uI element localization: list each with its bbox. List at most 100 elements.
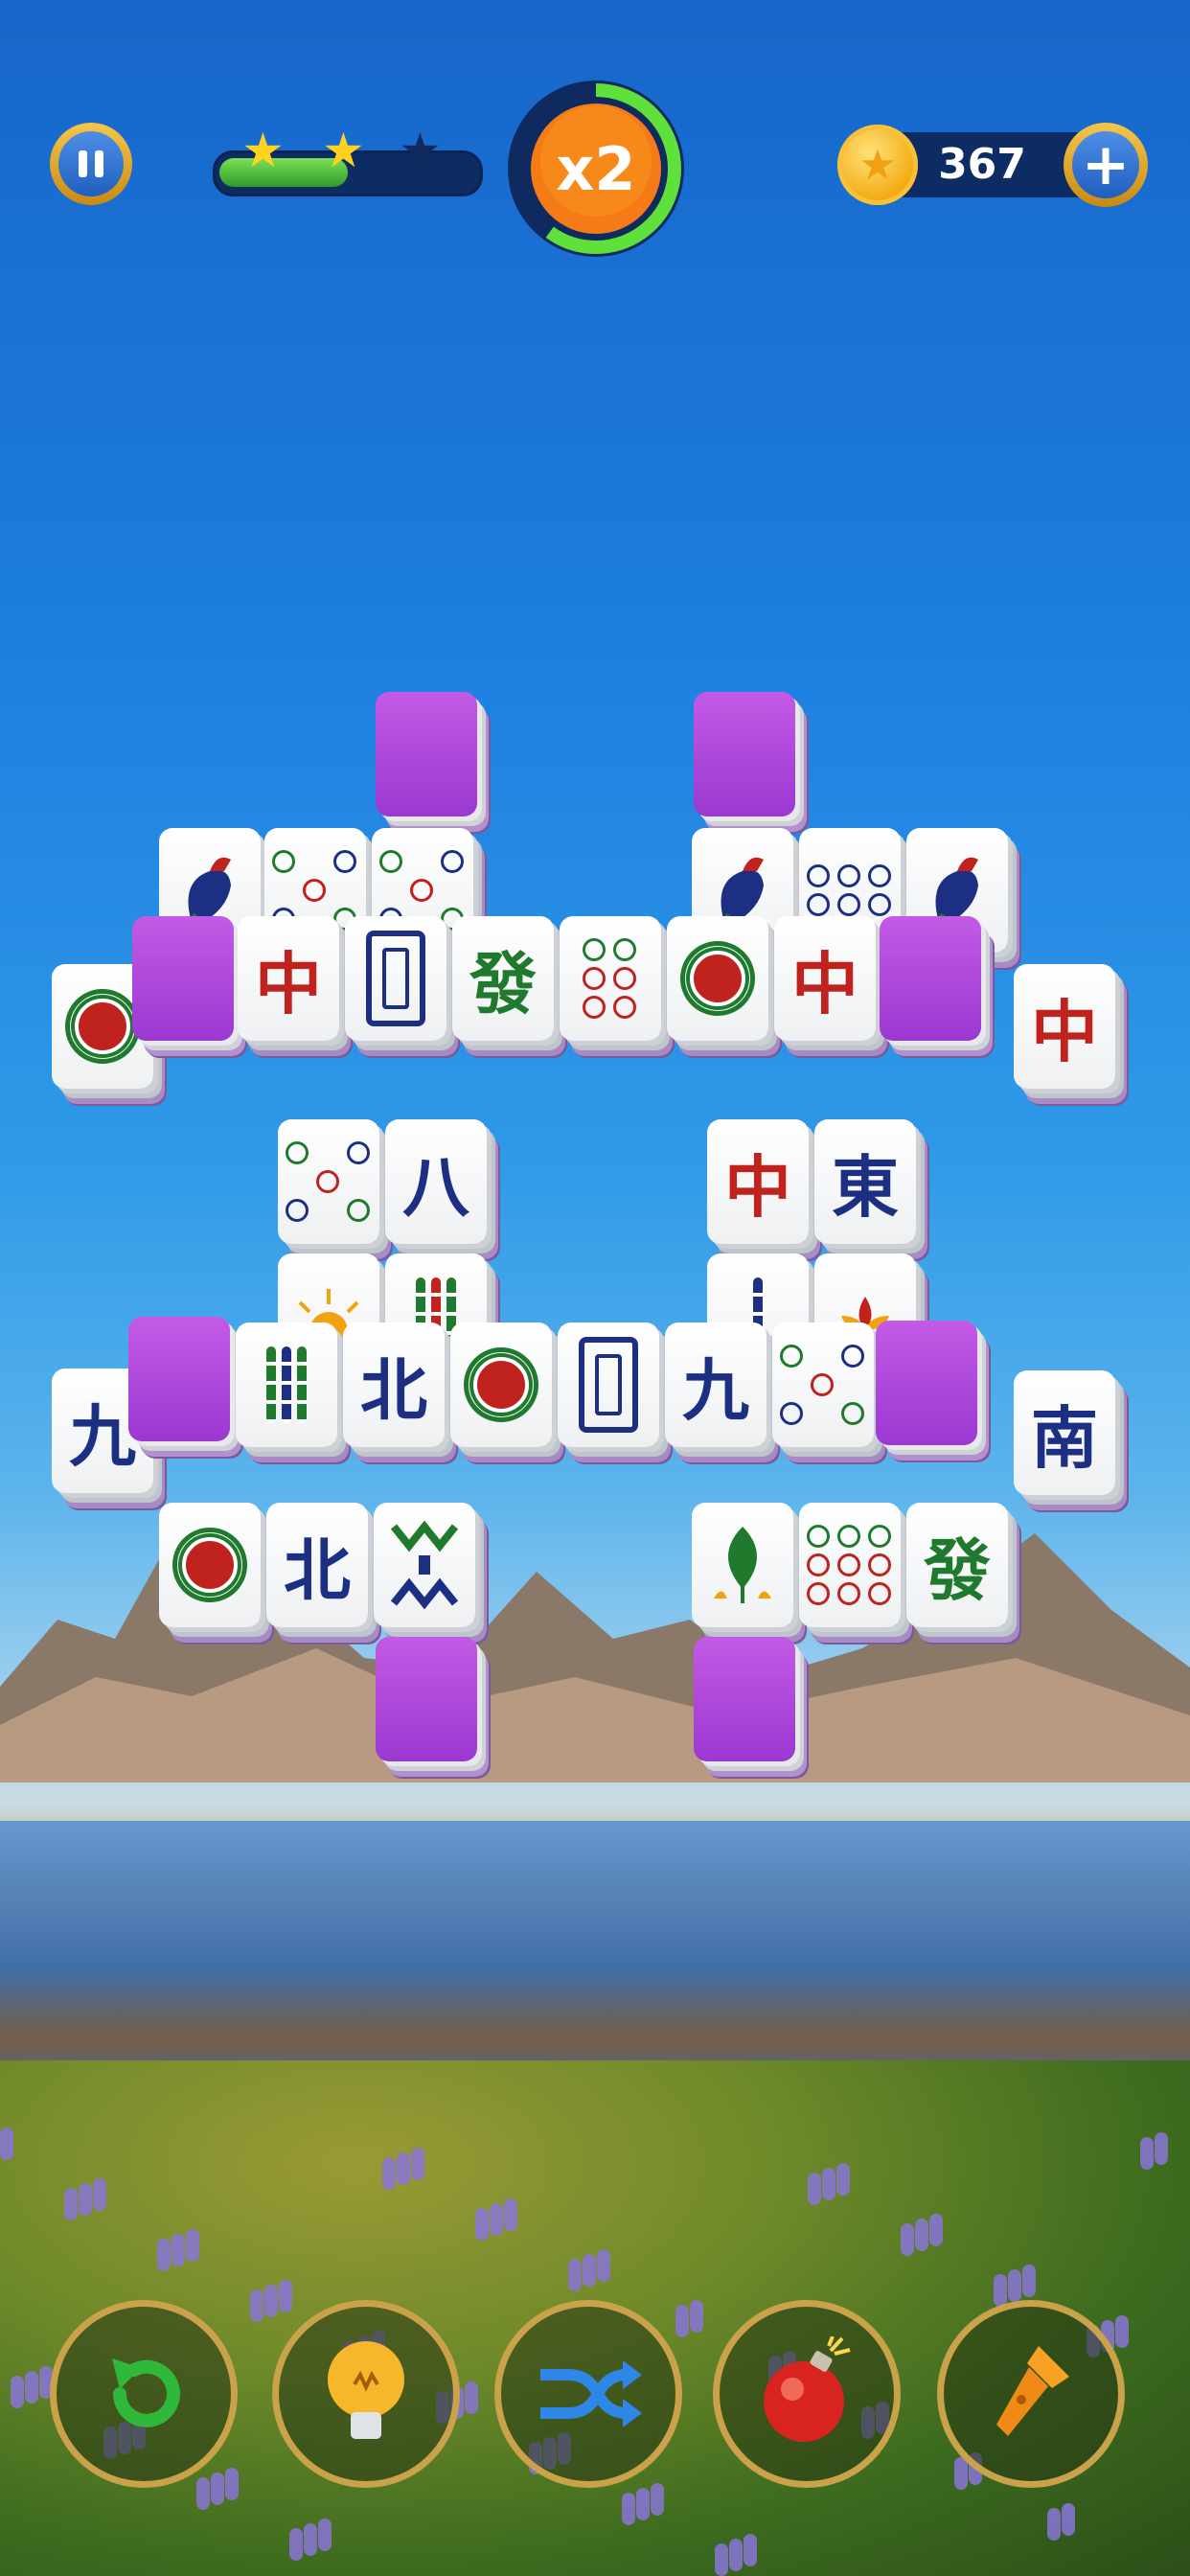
buy-coins-button[interactable]: + (1064, 123, 1148, 207)
white-dragon-frame (366, 931, 425, 1026)
lupine-flower (1008, 2269, 1021, 2302)
lupine-flower (901, 2223, 914, 2256)
white-dragon-frame (579, 1337, 638, 1433)
lupine-flower (929, 2214, 943, 2246)
mahjong-tile-character-eight[interactable]: 八 (385, 1119, 492, 1259)
lupine-flower (490, 2203, 503, 2236)
undo-button[interactable] (50, 2300, 238, 2488)
mahjong-tile-white-dragon[interactable] (558, 1322, 665, 1462)
mahjong-tile-locked (132, 916, 240, 1056)
mahjong-tile-locked (128, 1317, 236, 1457)
hint-bulb-icon (328, 2341, 404, 2439)
undo-icon (112, 2358, 180, 2427)
lupine-flower (1155, 2132, 1168, 2165)
lupine-flower (0, 2128, 13, 2160)
lupine-flower (411, 2148, 424, 2180)
lupine-flower (744, 2534, 757, 2566)
lupine-flower (79, 2183, 92, 2216)
lupine-flower (186, 2229, 199, 2262)
lupine-flower (651, 2483, 664, 2516)
mahjong-tile-one-circle[interactable] (667, 916, 774, 1056)
lupine-flower (264, 2285, 278, 2317)
bamboo-pattern-icon (374, 1503, 475, 1627)
mahjong-tile-bamboo-pattern[interactable] (374, 1503, 481, 1643)
mahjong-tile-circles[interactable] (278, 1119, 385, 1259)
leaf-icon (692, 1503, 793, 1627)
lupine-flower (715, 2543, 728, 2576)
shuffle-button[interactable] (494, 2300, 682, 2488)
lupine-flower (304, 2523, 317, 2556)
mahjong-tile-white-dragon[interactable] (345, 916, 452, 1056)
lupine-flower (915, 2219, 928, 2251)
mahjong-tile-north-wind[interactable]: 北 (343, 1322, 450, 1462)
lupine-flower (25, 2371, 38, 2404)
lupine-flower (729, 2539, 743, 2571)
shuffle-icon (540, 2360, 642, 2427)
pause-button[interactable] (50, 123, 132, 205)
lupine-flower (1115, 2315, 1129, 2348)
star-icon-1: ★ (241, 123, 285, 178)
mahjong-tile-one-circle[interactable] (159, 1503, 266, 1643)
lupine-flower (196, 2477, 210, 2510)
lupine-flower (382, 2157, 396, 2190)
mahjong-tile-red-dragon[interactable]: 中 (1014, 964, 1121, 1104)
mahjong-tile-red-dragon[interactable]: 中 (238, 916, 345, 1056)
lupine-flower (475, 2208, 489, 2241)
lupine-flower (675, 2305, 689, 2337)
mahjong-tile-locked (880, 916, 987, 1056)
coin-icon: ★ (837, 125, 918, 205)
mahjong-tile-circles[interactable] (799, 1503, 906, 1643)
lupine-flower (172, 2234, 185, 2266)
mahjong-tile-north-wind[interactable]: 北 (266, 1503, 374, 1643)
lupine-flower (157, 2239, 171, 2271)
star-icon-2: ★ (322, 123, 365, 178)
lupine-flower (583, 2254, 596, 2287)
lupine-flower (211, 2472, 224, 2505)
lupine-flower (690, 2300, 703, 2333)
mahjong-tile-east-wind[interactable]: 東 (814, 1119, 922, 1259)
lupine-flower (1047, 2508, 1061, 2541)
bomb-button[interactable] (713, 2300, 901, 2488)
combo-multiplier: x2 (500, 73, 692, 264)
lupine-flower (289, 2528, 303, 2561)
mahjong-tile-circles[interactable] (772, 1322, 880, 1462)
lupine-flower (64, 2188, 78, 2220)
flashlight-icon (996, 2346, 1069, 2436)
lupine-flower (994, 2274, 1007, 2307)
lupine-flower (1062, 2503, 1075, 2536)
lupine-flower (822, 2168, 835, 2200)
mahjong-tile-locked (376, 1637, 483, 1777)
mahjong-tile-red-dragon[interactable]: 中 (707, 1119, 814, 1259)
multiplier-label: x2 (556, 133, 636, 204)
mahjong-tile-south-wind[interactable]: 南 (1014, 1370, 1121, 1510)
mahjong-tile-circles[interactable] (560, 916, 667, 1056)
lupine-flower (225, 2468, 239, 2500)
mahjong-tile-locked (876, 1321, 983, 1460)
mahjong-tile-red-dragon[interactable]: 中 (774, 916, 881, 1056)
lupine-flower (93, 2178, 106, 2211)
mahjong-tile-green-dragon[interactable]: 發 (906, 1503, 1014, 1643)
lupine-flower (1022, 2265, 1036, 2297)
mahjong-tile-character-nine[interactable]: 九 (665, 1322, 772, 1462)
lupine-flower (11, 2376, 24, 2408)
pause-icon (58, 131, 124, 196)
coin-count: 367 (938, 140, 1026, 189)
lupine-flower (504, 2198, 517, 2231)
lupine-flower (622, 2493, 635, 2525)
lupine-flower (318, 2518, 332, 2551)
lupine-flower (250, 2289, 263, 2322)
flashlight-button[interactable] (937, 2300, 1125, 2488)
mahjong-tile-one-circle[interactable] (450, 1322, 558, 1462)
lupine-flower (836, 2163, 850, 2196)
lupine-flower (465, 2381, 478, 2414)
hint-button[interactable] (272, 2300, 460, 2488)
mahjong-tile-bamboo[interactable] (236, 1322, 343, 1462)
star-icon-3: ★ (399, 123, 442, 178)
bomb-icon (764, 2336, 851, 2442)
mahjong-tile-locked (376, 692, 483, 832)
mahjong-tile-season-leaf[interactable] (692, 1503, 799, 1643)
mahjong-tile-locked (694, 1637, 801, 1777)
lupine-flower (597, 2249, 610, 2282)
mahjong-tile-green-dragon[interactable]: 發 (452, 916, 560, 1056)
lupine-flower (397, 2152, 410, 2185)
